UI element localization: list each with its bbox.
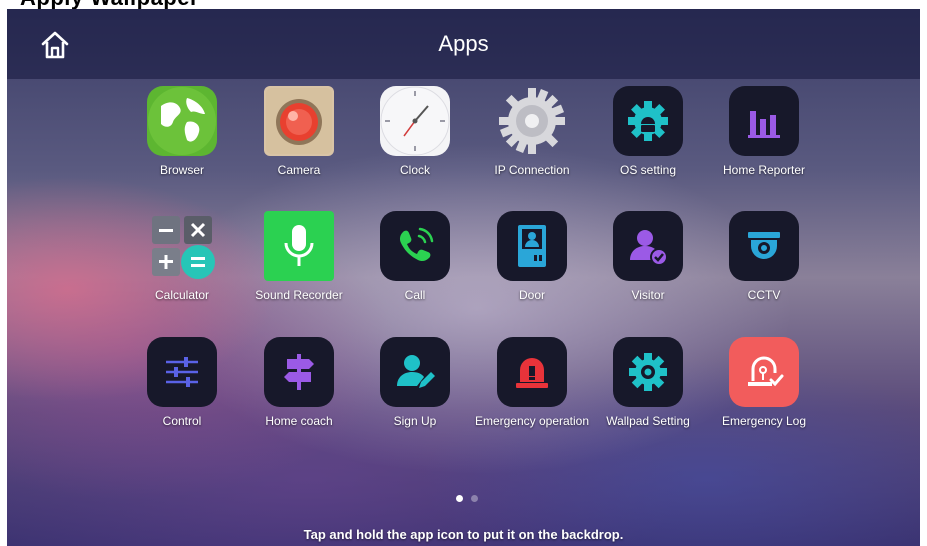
signpost-icon <box>264 337 334 407</box>
app-visitor[interactable]: Visitor <box>588 211 708 321</box>
app-call[interactable]: Call <box>355 211 475 321</box>
page-caption: Apply Wallpaper <box>20 0 199 9</box>
app-clock[interactable]: Clock <box>355 86 475 196</box>
app-ip-connection[interactable]: IP Connection <box>472 86 592 196</box>
emergency-log-icon <box>729 337 799 407</box>
microphone-icon <box>264 211 334 281</box>
app-door[interactable]: Door <box>472 211 592 321</box>
calculator-icon <box>147 211 217 281</box>
app-grid: Browser Camera Clock IP Connection OS se… <box>7 9 920 546</box>
app-home-coach[interactable]: Home coach <box>239 337 359 447</box>
page-indicator <box>456 495 478 502</box>
gear-icon <box>497 86 567 156</box>
app-emergency-log[interactable]: Emergency Log <box>704 337 824 447</box>
app-label: Emergency Log <box>721 414 807 428</box>
app-label: CCTV <box>747 288 781 302</box>
page-dot-active[interactable] <box>456 495 463 502</box>
app-cctv[interactable]: CCTV <box>704 211 824 321</box>
android-gear-icon <box>613 86 683 156</box>
app-control[interactable]: Control <box>122 337 242 447</box>
clock-icon <box>380 86 450 156</box>
app-wallpad-setting[interactable]: Wallpad Setting <box>588 337 708 447</box>
cctv-icon <box>729 211 799 281</box>
settings-gear-icon <box>613 337 683 407</box>
sliders-icon <box>147 337 217 407</box>
app-home-reporter[interactable]: Home Reporter <box>704 86 824 196</box>
hint-text: Tap and hold the app icon to put it on t… <box>303 527 624 542</box>
door-icon <box>497 211 567 281</box>
camera-icon <box>264 86 334 156</box>
user-edit-icon <box>380 337 450 407</box>
phone-icon <box>380 211 450 281</box>
app-browser[interactable]: Browser <box>122 86 242 196</box>
app-label: Home Reporter <box>722 163 806 177</box>
bar-chart-icon <box>729 86 799 156</box>
app-emergency-operation[interactable]: Emergency operation <box>472 337 592 447</box>
visitor-icon <box>613 211 683 281</box>
app-calculator[interactable]: Calculator <box>122 211 242 321</box>
app-sign-up[interactable]: Sign Up <box>355 337 475 447</box>
app-sound-recorder[interactable]: Sound Recorder <box>239 211 359 321</box>
globe-icon <box>147 86 217 156</box>
page-dot[interactable] <box>471 495 478 502</box>
app-os-setting[interactable]: OS setting <box>588 86 708 196</box>
app-drawer-screen: Apps Browser Camera Clock IP Connection … <box>7 9 920 546</box>
siren-icon <box>497 337 567 407</box>
app-camera[interactable]: Camera <box>239 86 359 196</box>
